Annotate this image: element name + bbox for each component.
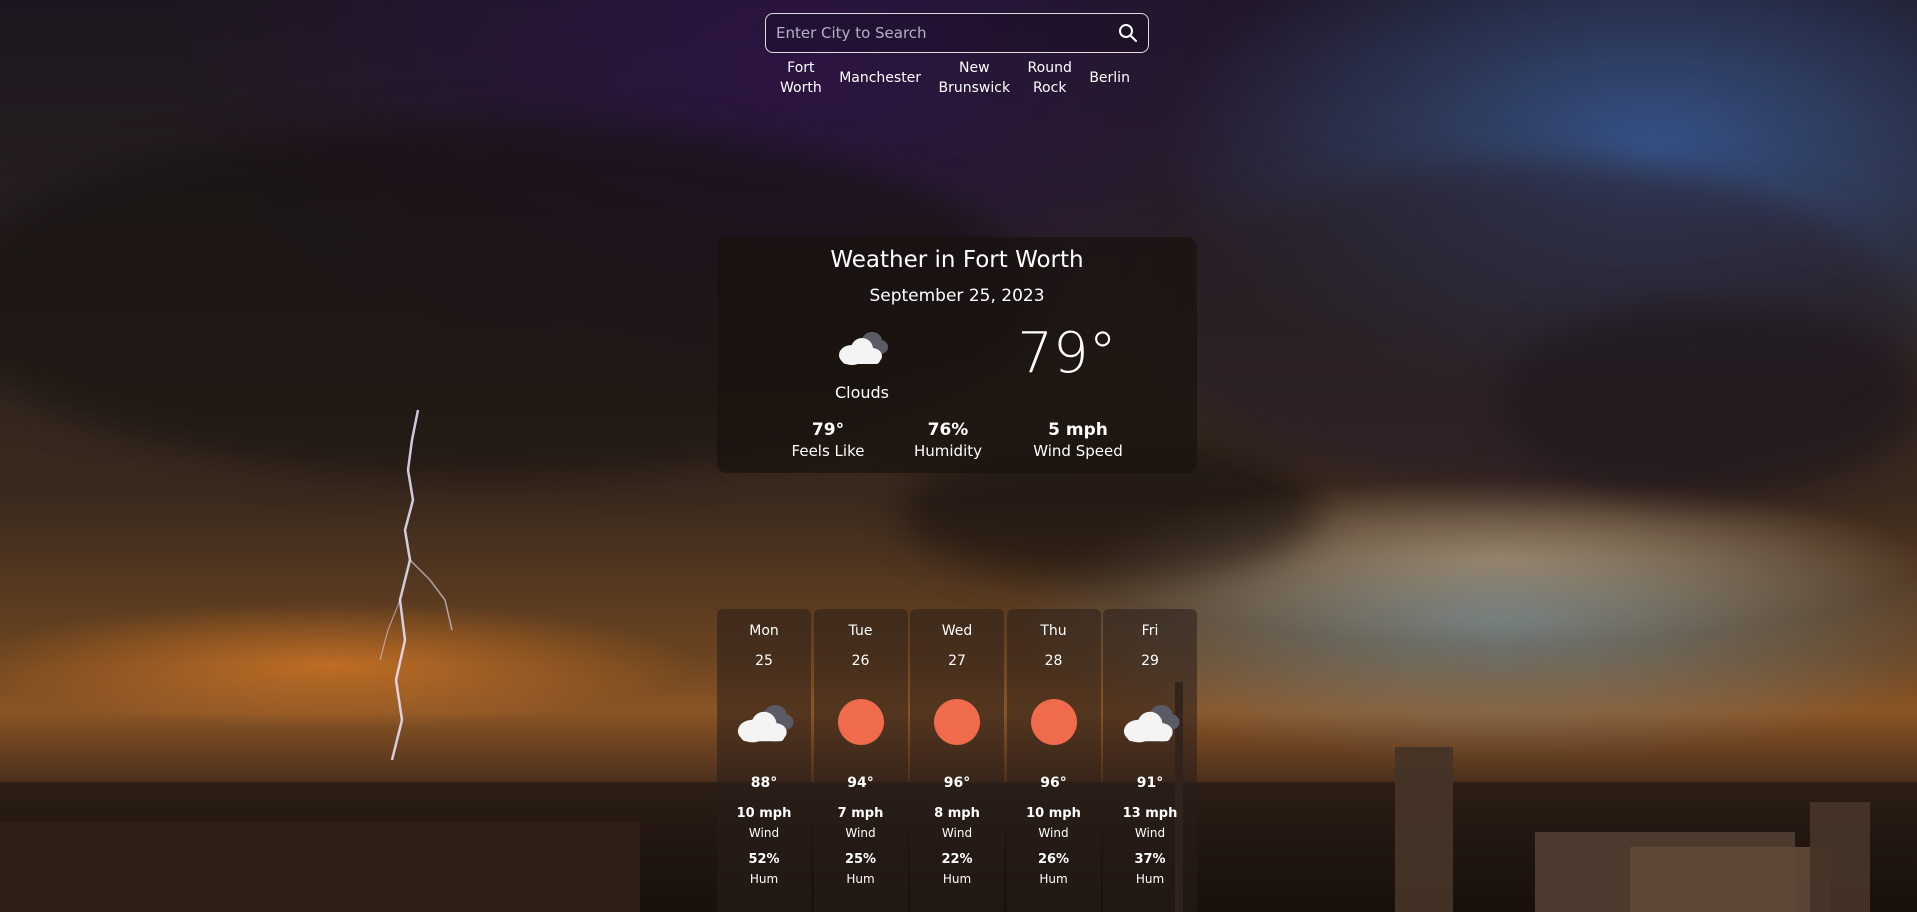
forecast-icon-wrap <box>1007 694 1101 750</box>
sun-icon <box>934 699 980 745</box>
forecast-humidity: 37% <box>1134 852 1166 867</box>
forecast-temp: 96° <box>1040 775 1067 791</box>
forecast-wind: 7 mph <box>837 806 884 821</box>
clouds-icon <box>737 705 794 743</box>
sun-icon <box>837 699 884 745</box>
forecast-wind-label: Wind <box>748 826 780 840</box>
forecast-icon-wrap <box>910 694 1004 750</box>
forecast-day-name: Fri <box>1141 623 1159 639</box>
forecast-humidity-label: Hum <box>846 872 875 886</box>
current-weather-date: September 25, 2023 <box>869 286 1045 306</box>
current-weather-title: Weather in Fort Worth <box>830 247 1084 273</box>
search-bar <box>765 13 1149 53</box>
forecast-day-tue: Tue 26 94° 7 mph Wind 25% Hum <box>813 609 908 912</box>
forecast-wind: 13 mph <box>1122 806 1178 821</box>
quick-city-round-rock[interactable]: Round Rock <box>1028 58 1072 98</box>
forecast-humidity-label: Hum <box>1135 872 1165 886</box>
quick-city-berlin[interactable]: Berlin <box>1089 68 1130 88</box>
clouds-icon <box>839 332 888 365</box>
forecast-day-wed: Wed 27 96° 8 mph Wind 22% Hum <box>910 609 1004 912</box>
forecast-day-name: Thu <box>1040 623 1067 639</box>
forecast-icon-wrap <box>717 694 811 750</box>
forecast-day-date: 29 <box>1141 653 1159 669</box>
search-button[interactable] <box>1114 19 1142 47</box>
current-weather-card: Weather in Fort Worth September 25, 2023… <box>717 237 1197 473</box>
forecast-wind-label: Wind <box>1038 826 1069 840</box>
quick-city-manchester[interactable]: Manchester <box>839 68 921 88</box>
forecast-icon-wrap <box>814 694 908 750</box>
feels-like-value: 79° <box>811 420 845 440</box>
forecast-temp: 91° <box>1136 775 1164 791</box>
forecast-day-mon: Mon 25 88° 10 mph Wind 52% Hum <box>717 609 811 912</box>
forecast-humidity: 52% <box>748 852 780 867</box>
forecast-temp: 94° <box>847 775 874 791</box>
forecast-wind-label: Wind <box>845 826 876 840</box>
forecast-humidity: 22% <box>941 852 973 867</box>
forecast-humidity: 25% <box>844 852 877 867</box>
forecast-wind: 10 mph <box>1026 806 1081 821</box>
forecast-wind: 10 mph <box>736 806 792 821</box>
current-condition: Clouds <box>834 383 890 402</box>
forecast-humidity-label: Hum <box>1039 872 1068 886</box>
current-temperature: 79° <box>1017 321 1117 386</box>
forecast-humidity-label: Hum <box>749 872 779 886</box>
forecast-humidity: 26% <box>1037 852 1070 867</box>
forecast-icon-wrap <box>1103 694 1197 750</box>
quick-city-fort-worth[interactable]: Fort Worth <box>780 58 822 98</box>
forecast-day-date: 27 <box>948 653 966 669</box>
forecast-day-thu: Thu 28 96° 10 mph Wind 26% Hum <box>1006 609 1101 912</box>
humidity-label: Humidity <box>913 442 982 460</box>
wind-speed-label: Wind Speed <box>1033 442 1123 460</box>
humidity-stat: 76% Humidity <box>888 419 1008 461</box>
clouds-icon <box>1123 705 1180 743</box>
forecast-day-name: Tue <box>848 623 873 639</box>
humidity-value: 76% <box>927 420 969 440</box>
forecast-day-name: Mon <box>749 623 779 639</box>
forecast-humidity-label: Hum <box>942 872 972 886</box>
forecast-day-fri: Fri 29 91° 13 mph Wind 37% Hum <box>1103 609 1197 912</box>
forecast-day-name: Wed <box>941 623 973 639</box>
sun-icon <box>1030 699 1077 745</box>
wind-speed-value: 5 mph <box>1048 420 1108 440</box>
forecast-temp: 96° <box>943 775 971 791</box>
wind-speed-stat: 5 mph Wind Speed <box>1018 419 1138 461</box>
forecast-list: Mon 25 88° 10 mph Wind 52% Hum Tue 26 94… <box>717 609 1197 912</box>
forecast-day-date: 28 <box>1044 653 1063 669</box>
forecast-day-date: 26 <box>851 653 870 669</box>
feels-like-label: Feels Like <box>791 442 865 460</box>
forecast-wind-label: Wind <box>941 826 973 840</box>
feels-like-stat: 79° Feels Like <box>768 419 888 461</box>
forecast-day-date: 25 <box>755 653 773 669</box>
search-icon <box>1119 24 1137 42</box>
search-input[interactable] <box>766 14 1106 51</box>
quick-city-list: Fort Worth Manchester New Brunswick Roun… <box>780 58 1130 98</box>
forecast-temp: 88° <box>750 775 778 791</box>
quick-city-new-brunswick[interactable]: New Brunswick <box>939 58 1011 98</box>
forecast-wind: 8 mph <box>934 806 980 821</box>
forecast-wind-label: Wind <box>1134 826 1166 840</box>
